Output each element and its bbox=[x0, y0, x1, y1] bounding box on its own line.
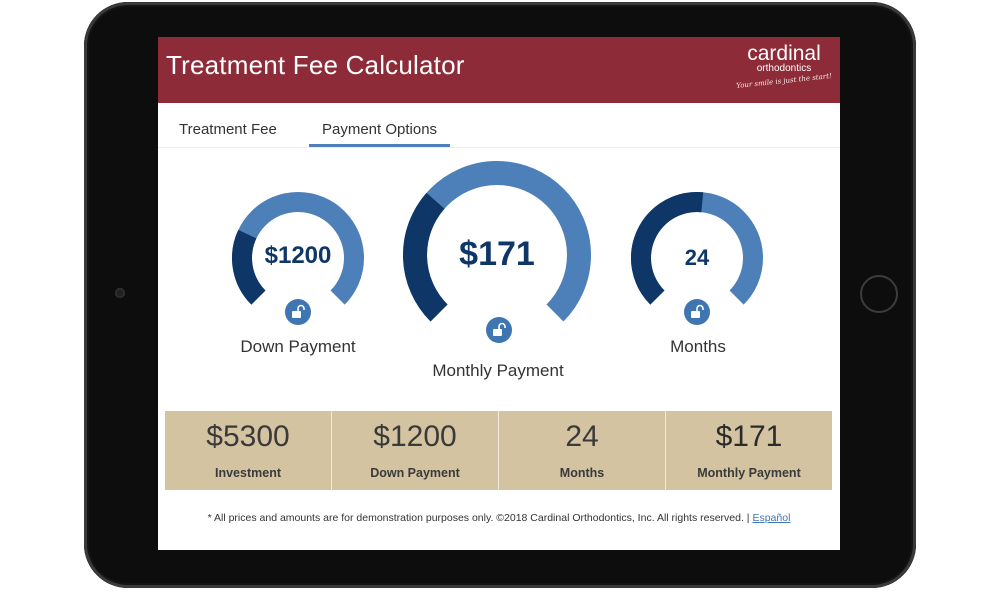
espanol-link[interactable]: Español bbox=[752, 512, 790, 524]
tab-payment-options[interactable]: Payment Options bbox=[309, 121, 451, 147]
summary-cell-down-payment: $1200 Down Payment bbox=[332, 411, 499, 490]
summary-value: $5300 bbox=[206, 420, 290, 453]
cardinal-logo: cardinal orthodontics Your smile is just… bbox=[736, 43, 832, 99]
summary-bar: $5300 Investment $1200 Down Payment 24 M… bbox=[165, 411, 832, 490]
monthly-payment-lock-button[interactable] bbox=[486, 317, 512, 343]
monthly-payment-label: Monthly Payment bbox=[432, 361, 564, 380]
home-button[interactable] bbox=[860, 275, 898, 313]
months-gauge[interactable]: 24 bbox=[631, 192, 763, 325]
monthly-payment-gauge[interactable]: $171 bbox=[403, 161, 591, 349]
summary-value: $1200 bbox=[373, 420, 457, 453]
unlock-icon bbox=[493, 322, 506, 336]
summary-cell-monthly-payment: $171 Monthly Payment bbox=[666, 411, 832, 490]
summary-value: 24 bbox=[565, 420, 599, 453]
logo-tagline: Your smile is just the start! bbox=[735, 72, 833, 90]
months-lock-button[interactable] bbox=[684, 299, 710, 325]
tab-bar: Treatment Fee Payment Options bbox=[158, 107, 840, 148]
summary-label: Months bbox=[559, 466, 605, 480]
disclaimer-text: * All prices and amounts are for demonst… bbox=[207, 512, 753, 524]
months-value: 24 bbox=[684, 245, 710, 270]
monthly-payment-value: $171 bbox=[459, 235, 535, 273]
summary-label: Down Payment bbox=[370, 466, 460, 480]
page-title: Treatment Fee Calculator bbox=[166, 50, 465, 80]
summary-cell-investment: $5300 Investment bbox=[165, 411, 332, 490]
summary-value: $171 bbox=[715, 420, 783, 453]
footer-disclaimer: * All prices and amounts are for demonst… bbox=[158, 512, 840, 524]
calculator-screen: Treatment Fee Calculator cardinal orthod… bbox=[158, 37, 840, 550]
unlock-icon bbox=[691, 304, 704, 318]
tab-treatment-fee[interactable]: Treatment Fee bbox=[166, 121, 290, 144]
unlock-icon bbox=[292, 304, 305, 318]
down-payment-lock-button[interactable] bbox=[285, 299, 311, 325]
header-bar: Treatment Fee Calculator cardinal orthod… bbox=[158, 37, 840, 103]
camera-icon bbox=[115, 288, 125, 298]
summary-cell-months: 24 Months bbox=[499, 411, 666, 490]
down-payment-value: $1200 bbox=[264, 242, 332, 269]
summary-label: Monthly Payment bbox=[697, 466, 801, 480]
summary-label: Investment bbox=[215, 466, 281, 480]
months-label: Months bbox=[670, 337, 726, 356]
logo-name: cardinal bbox=[747, 42, 821, 65]
down-payment-gauge[interactable]: $1200 bbox=[232, 192, 364, 325]
down-payment-label: Down Payment bbox=[240, 337, 356, 356]
